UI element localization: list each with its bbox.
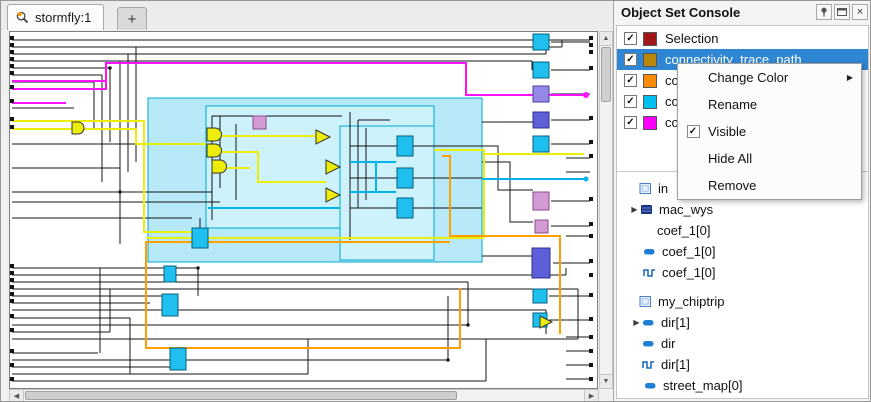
tree-label: dir — [661, 336, 675, 351]
vertical-scrollbar[interactable]: ▲ ▼ — [599, 31, 613, 389]
color-swatch — [643, 53, 657, 67]
menu-item-label: Rename — [708, 97, 757, 112]
scroll-left-button[interactable]: ◀ — [10, 390, 24, 401]
tree-item[interactable]: my_chiptrip — [617, 291, 868, 312]
app-window: stormfly:1 + — [0, 0, 871, 402]
menu-item-hide-all[interactable]: Hide All — [678, 145, 861, 172]
panel-title: Object Set Console — [621, 5, 740, 20]
signal-icon — [642, 316, 656, 329]
wave-icon — [642, 358, 656, 371]
tree-label: street_map[0] — [663, 378, 743, 393]
menu-item-remove[interactable]: Remove — [678, 172, 861, 199]
checked-checkbox-icon: ✓ — [687, 125, 700, 138]
menu-item-label: Hide All — [708, 151, 752, 166]
menu-item-rename[interactable]: Rename — [678, 91, 861, 118]
tree-label: coef_1[0] — [657, 223, 711, 238]
module-icon — [640, 203, 654, 216]
schematic-viewport — [9, 31, 598, 389]
close-button[interactable]: × — [852, 4, 868, 20]
menu-gutter: ✓ — [678, 125, 708, 138]
pin-button[interactable] — [816, 4, 832, 20]
tree-label: dir[1] — [661, 357, 690, 372]
checkbox[interactable]: ✓ — [624, 95, 637, 108]
tab-label: stormfly:1 — [35, 10, 91, 25]
schematic-canvas[interactable] — [10, 32, 597, 388]
checkbox[interactable]: ✓ — [624, 53, 637, 66]
signal-icon — [644, 379, 658, 392]
object-set-label: Selection — [665, 31, 718, 46]
tree-label: my_chiptrip — [658, 294, 724, 309]
expander-icon[interactable]: ▶ — [631, 318, 642, 327]
tree-label: dir[1] — [661, 315, 690, 330]
wave-icon — [643, 266, 657, 279]
new-tab-button[interactable]: + — [117, 7, 147, 30]
scroll-down-button[interactable]: ▼ — [600, 374, 612, 388]
instance-icon — [639, 182, 653, 195]
tree-label: coef_1[0] — [662, 265, 716, 280]
color-swatch — [643, 95, 657, 109]
checkbox[interactable]: ✓ — [624, 32, 637, 45]
tree-label: in — [658, 181, 668, 196]
tree-item[interactable]: coef_1[0] — [617, 241, 868, 262]
menu-item-label: Remove — [708, 178, 756, 193]
zoom-icon — [15, 10, 30, 25]
horizontal-scrollbar[interactable]: ◀ ▶ — [9, 389, 599, 402]
object-set-row[interactable]: ✓ Selection — [617, 28, 868, 49]
menu-item-label: Visible — [708, 124, 746, 139]
context-menu: Change Color ▶ Rename ✓ Visible Hide All… — [677, 63, 862, 200]
tree-item[interactable]: coef_1[0] — [617, 262, 868, 283]
color-swatch — [643, 116, 657, 130]
horizontal-scroll-thumb[interactable] — [25, 391, 457, 400]
color-swatch — [643, 74, 657, 88]
float-window-icon — [836, 6, 848, 18]
scroll-right-button[interactable]: ▶ — [584, 390, 598, 401]
tree-item[interactable]: coef_1[0] — [617, 220, 868, 241]
object-set-console: Object Set Console × ✓ — [614, 1, 871, 401]
menu-item-label: Change Color — [708, 70, 788, 85]
menu-item-change-color[interactable]: Change Color ▶ — [678, 64, 861, 91]
checkbox[interactable]: ✓ — [624, 74, 637, 87]
tree-item[interactable]: street_map[0] — [617, 375, 868, 396]
pin-icon — [818, 6, 830, 18]
tree-item[interactable]: ▶ mac_wys — [617, 199, 868, 220]
submenu-arrow-icon: ▶ — [847, 73, 853, 82]
signal-tree: in ▶ mac_wys coef_1[0] coef_1[0] coef_1[… — [617, 176, 868, 398]
tree-item[interactable]: dir[1] — [617, 354, 868, 375]
float-button[interactable] — [834, 4, 850, 20]
tree-item[interactable]: dir — [617, 333, 868, 354]
tree-item[interactable]: ▶ dir[1] — [617, 312, 868, 333]
tree-label: coef_1[0] — [662, 244, 716, 259]
instance-icon — [639, 295, 653, 308]
tree-label: mac_wys — [659, 202, 713, 217]
signal-icon — [643, 245, 657, 258]
vertical-scroll-thumb[interactable] — [601, 47, 611, 102]
tab-stormfly[interactable]: stormfly:1 — [7, 4, 104, 30]
expander-icon[interactable]: ▶ — [629, 205, 640, 214]
color-swatch — [643, 32, 657, 46]
signal-icon — [642, 337, 656, 350]
tab-bar: stormfly:1 + — [1, 1, 613, 30]
scroll-up-button[interactable]: ▲ — [600, 32, 612, 46]
menu-item-visible[interactable]: ✓ Visible — [678, 118, 861, 145]
checkbox[interactable]: ✓ — [624, 116, 637, 129]
